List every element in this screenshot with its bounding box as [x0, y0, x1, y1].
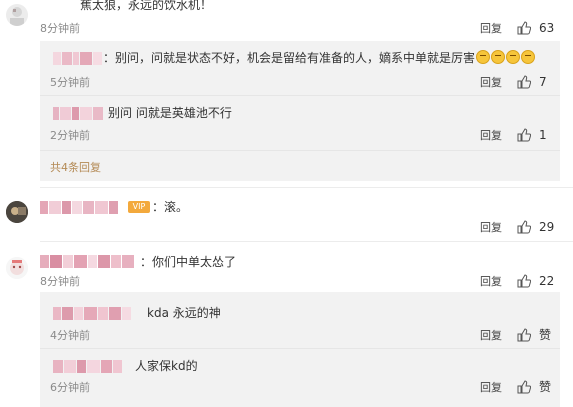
thumbs-up-icon — [517, 380, 531, 394]
timestamp: 6分钟前 — [50, 381, 90, 394]
reply-button[interactable]: 回复 — [480, 381, 502, 395]
avatar[interactable] — [6, 257, 28, 279]
avatar[interactable] — [6, 201, 28, 223]
reply-text: 人家保kd的 — [135, 359, 198, 373]
timestamp: 5分钟前 — [50, 76, 90, 89]
reply-button[interactable]: 回复 — [480, 275, 502, 289]
reply-text: kda 永远的神 — [147, 306, 221, 320]
thumbs-up-icon — [517, 75, 531, 89]
vip-badge-icon: VIP — [128, 201, 150, 213]
like-label: 赞 — [539, 328, 552, 342]
like-button[interactable]: 赞 — [517, 380, 551, 394]
username[interactable] — [40, 200, 125, 214]
thumbs-up-icon — [517, 274, 531, 288]
reply-button[interactable]: 回复 — [480, 22, 502, 36]
thumbs-up-icon — [517, 128, 531, 142]
laughing-emoji-icon — [475, 50, 536, 65]
timestamp: 8分钟前 — [40, 22, 80, 35]
username[interactable] — [40, 254, 138, 268]
timestamp: 8分钟前 — [40, 275, 80, 288]
like-label: 赞 — [539, 380, 552, 394]
reply-button[interactable]: 回复 — [480, 329, 502, 343]
reply-username[interactable] — [53, 359, 133, 373]
like-button[interactable]: 29 — [517, 220, 554, 234]
comment-text: 蕉太狼，永远的饮水机！ — [80, 0, 213, 12]
like-count: 63 — [539, 21, 555, 35]
divider — [40, 348, 560, 349]
reply-button[interactable]: 回复 — [480, 76, 502, 90]
view-more-replies-link[interactable]: 共4条回复 — [50, 161, 101, 175]
like-button[interactable]: 63 — [517, 21, 554, 35]
like-count: 7 — [539, 75, 547, 89]
divider — [40, 187, 573, 188]
thumbs-up-icon — [517, 328, 531, 342]
thumbs-up-icon — [517, 220, 531, 234]
like-button[interactable]: 22 — [517, 274, 554, 288]
like-count: 22 — [539, 274, 555, 288]
like-button[interactable]: 1 — [517, 128, 547, 142]
reply-button[interactable]: 回复 — [480, 221, 502, 235]
reply-text: 别问 问就是英雄池不行 — [108, 106, 232, 120]
reply-username[interactable] — [53, 306, 143, 320]
divider — [40, 150, 560, 151]
divider — [40, 241, 573, 242]
like-button[interactable]: 7 — [517, 75, 547, 89]
like-button[interactable]: 赞 — [517, 328, 551, 342]
avatar[interactable] — [6, 4, 28, 26]
reply-username[interactable] — [53, 106, 108, 120]
like-count: 29 — [539, 220, 555, 234]
timestamp: 4分钟前 — [50, 329, 90, 342]
reply-text: ：别问，问就是状态不好，机会是留给有准备的人，嫡系中单就是厉害 — [103, 50, 536, 66]
reply-username[interactable] — [53, 51, 103, 65]
comment-text: ：滚。 — [152, 200, 189, 214]
thumbs-up-icon — [517, 21, 531, 35]
timestamp: 2分钟前 — [50, 129, 90, 142]
like-count: 1 — [539, 128, 547, 142]
comment-text: ：你们中单太怂了 — [140, 255, 237, 269]
reply-button[interactable]: 回复 — [480, 129, 502, 143]
divider — [40, 95, 560, 96]
